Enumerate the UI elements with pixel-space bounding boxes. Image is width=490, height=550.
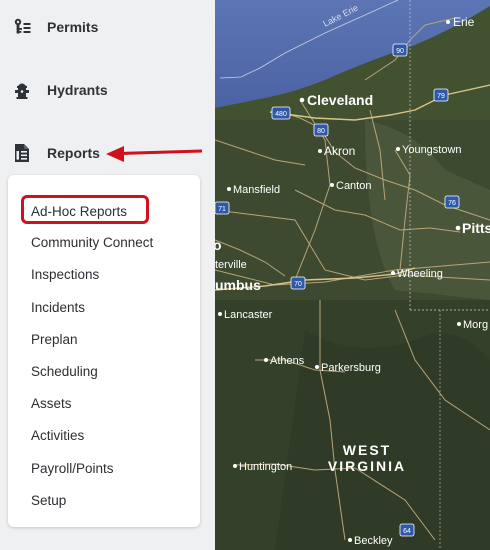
submenu-item-inspections[interactable]: Inspections — [31, 265, 99, 285]
annotation-highlight-box — [21, 195, 149, 224]
svg-text:64: 64 — [403, 528, 411, 535]
svg-text:Athens: Athens — [270, 355, 305, 367]
svg-text:Parkersburg: Parkersburg — [321, 362, 381, 374]
svg-text:90: 90 — [396, 48, 404, 55]
annotation-arrow — [106, 146, 203, 162]
svg-text:Lancaster: Lancaster — [224, 309, 273, 321]
svg-text:480: 480 — [275, 111, 287, 118]
submenu-item-preplan[interactable]: Preplan — [31, 330, 78, 350]
sidebar-item-label: Reports — [47, 145, 100, 161]
sidebar: Permits Hydrants Reports Ad-Hoc Reports — [0, 0, 215, 550]
svg-text:o: o — [215, 237, 222, 253]
submenu-item-community-connect[interactable]: Community Connect — [31, 233, 153, 253]
sidebar-item-label: Permits — [47, 19, 99, 35]
state-label-line1: WEST — [343, 442, 391, 458]
svg-text:Wheeling: Wheeling — [397, 268, 443, 280]
svg-text:Akron: Akron — [324, 144, 355, 158]
svg-text:terville: terville — [215, 259, 247, 271]
svg-text:Beckley: Beckley — [354, 535, 393, 547]
submenu-item-incidents[interactable]: Incidents — [31, 298, 85, 318]
submenu-item-activities[interactable]: Activities — [31, 426, 84, 446]
svg-text:Erie: Erie — [453, 15, 475, 29]
svg-text:Huntington: Huntington — [239, 461, 292, 473]
sidebar-item-label: Hydrants — [47, 82, 108, 98]
svg-text:Mansfield: Mansfield — [233, 184, 280, 196]
permits-icon — [14, 18, 31, 34]
hydrant-icon — [15, 83, 29, 99]
svg-text:70: 70 — [294, 281, 302, 288]
submenu-item-assets[interactable]: Assets — [31, 394, 72, 414]
svg-text:71: 71 — [218, 206, 226, 213]
submenu-item-payroll-points[interactable]: Payroll/Points — [31, 459, 114, 479]
svg-text:Canton: Canton — [336, 180, 371, 192]
sidebar-item-permits[interactable]: Permits — [0, 7, 215, 47]
svg-text:umbus: umbus — [215, 277, 261, 293]
svg-text:Morg: Morg — [463, 319, 488, 331]
svg-text:80: 80 — [317, 128, 325, 135]
svg-text:76: 76 — [448, 200, 456, 207]
reports-submenu: Ad-Hoc Reports Community Connect Inspect… — [8, 175, 200, 527]
sidebar-item-hydrants[interactable]: Hydrants — [0, 70, 215, 110]
document-icon — [15, 144, 29, 162]
svg-text:79: 79 — [437, 93, 445, 100]
svg-text:Youngstown: Youngstown — [402, 144, 462, 156]
submenu-item-scheduling[interactable]: Scheduling — [31, 362, 98, 382]
state-label-line2: VIRGINIA — [328, 458, 406, 474]
svg-text:Cleveland: Cleveland — [307, 92, 373, 108]
svg-text:Pitts: Pitts — [462, 220, 490, 236]
submenu-item-setup[interactable]: Setup — [31, 491, 66, 511]
satellite-map[interactable]: 90 480 80 79 71 76 70 64 Lake Erie Erie … — [215, 0, 490, 550]
